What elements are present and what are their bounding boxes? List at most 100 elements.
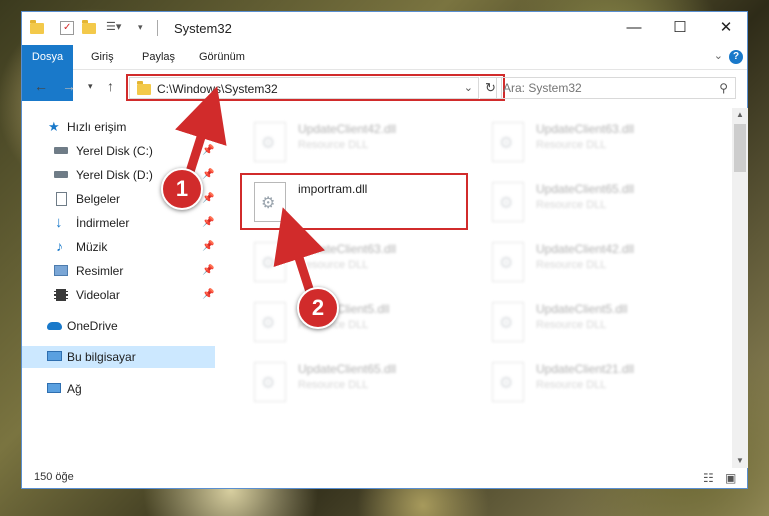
music-icon: ♪: [56, 238, 63, 254]
sidebar-item-pictures[interactable]: Resimler 📌: [22, 260, 215, 282]
tab-view[interactable]: Görünüm: [199, 45, 245, 69]
back-arrow-icon[interactable]: ←: [34, 78, 48, 94]
callout-badge-2: 2: [297, 287, 339, 329]
sidebar-item-label: Resimler: [76, 264, 124, 278]
sidebar-item-downloads[interactable]: ↓ İndirmeler 📌: [22, 212, 215, 234]
details-view-icon[interactable]: ☷: [703, 471, 714, 485]
scrollbar-thumb[interactable]: [734, 124, 746, 172]
pin-icon[interactable]: 📌: [202, 164, 214, 186]
list-item[interactable]: UpdateClient5.dll Resource DLL: [246, 296, 476, 352]
title-bar: ✓ ☰▾ ▾ System32 — ☐ ✕: [22, 12, 747, 44]
sidebar-item-label: Videolar: [76, 288, 120, 302]
properties-icon[interactable]: ✓: [60, 21, 74, 35]
sidebar-item-label: Müzik: [76, 240, 108, 254]
minimize-button[interactable]: —: [611, 12, 657, 44]
network-icon: [47, 383, 61, 393]
file-type: Resource DLL: [536, 259, 607, 271]
list-item[interactable]: UpdateClient65.dll Resource DLL: [246, 356, 476, 412]
sidebar-item-label: Belgeler: [76, 192, 121, 206]
file-name: UpdateClient42.dll: [298, 122, 397, 136]
file-name: UpdateClient63.dll: [536, 122, 635, 136]
list-item[interactable]: UpdateClient42.dll Resource DLL: [246, 116, 476, 172]
file-name: UpdateClient42.dll: [536, 242, 635, 256]
file-type: Resource DLL: [536, 199, 607, 211]
list-item[interactable]: UpdateClient42.dll Resource DLL: [484, 236, 714, 292]
scroll-up-icon[interactable]: ▲: [732, 108, 748, 122]
sidebar-item-label: OneDrive: [67, 319, 118, 333]
file-name: UpdateClient21.dll: [536, 362, 635, 376]
dll-file-icon: [254, 242, 286, 282]
customize-toolbar-icon[interactable]: ☰▾: [106, 20, 121, 36]
file-type: Resource DLL: [536, 139, 607, 151]
dll-file-icon: [492, 122, 524, 162]
file-name: UpdateClient65.dll: [536, 182, 635, 196]
file-name: UpdateClient5.dll: [536, 302, 628, 316]
video-icon: [54, 289, 68, 301]
file-name: UpdateClient63.dll: [298, 242, 397, 256]
large-icons-view-icon[interactable]: ▣: [725, 471, 736, 485]
dll-file-icon: [254, 302, 286, 342]
vertical-scrollbar[interactable]: ▲ ▼: [732, 108, 748, 468]
dll-file-icon: [492, 242, 524, 282]
tab-share[interactable]: Paylaş: [142, 45, 175, 69]
list-item[interactable]: UpdateClient65.dll Resource DLL: [484, 176, 714, 232]
sidebar-item-label: Hızlı erişim: [67, 120, 127, 134]
search-input[interactable]: [503, 81, 703, 95]
explorer-window: ✓ ☰▾ ▾ System32 — ☐ ✕ Dosya Giriş Paylaş…: [21, 11, 748, 489]
file-type: Resource DLL: [298, 379, 369, 391]
up-arrow-icon[interactable]: ↑: [107, 78, 114, 94]
qa-dropdown-icon[interactable]: ▾: [138, 22, 143, 38]
pin-icon[interactable]: 📌: [202, 236, 214, 258]
drive-icon: [54, 147, 68, 154]
list-item[interactable]: UpdateClient5.dll Resource DLL: [484, 296, 714, 352]
pin-icon[interactable]: 📌: [202, 284, 214, 306]
help-icon[interactable]: ?: [729, 50, 743, 64]
pin-icon[interactable]: 📌: [202, 260, 214, 282]
file-name: UpdateClient65.dll: [298, 362, 397, 376]
maximize-button[interactable]: ☐: [657, 12, 703, 44]
sidebar-item-label: Yerel Disk (D:): [76, 168, 153, 182]
sidebar-item-label: Bu bilgisayar: [67, 350, 136, 364]
ribbon-tabs: Dosya Giriş Paylaş Görünüm ⌄ ?: [22, 45, 747, 101]
sidebar-item-videos[interactable]: Videolar 📌: [22, 284, 215, 306]
star-icon: ★: [48, 119, 60, 134]
dll-file-icon: [492, 362, 524, 402]
search-box[interactable]: ⚲: [496, 77, 736, 99]
sidebar-item-network[interactable]: Ağ: [22, 378, 215, 400]
window-title: System32: [174, 21, 232, 36]
dll-file-icon: [254, 122, 286, 162]
navigation-pane: ★ Hızlı erişim Yerel Disk (C:) 📌 Yerel D…: [22, 108, 215, 468]
sidebar-item-onedrive[interactable]: OneDrive: [22, 315, 215, 337]
item-count: 150 öğe: [34, 471, 74, 483]
drive-icon: [54, 171, 68, 178]
download-icon: ↓: [55, 214, 63, 231]
forward-arrow-icon[interactable]: →: [62, 78, 76, 94]
pin-icon[interactable]: 📌: [202, 140, 214, 162]
close-button[interactable]: ✕: [703, 12, 749, 44]
list-item[interactable]: UpdateClient21.dll Resource DLL: [484, 356, 714, 412]
list-item[interactable]: UpdateClient63.dll Resource DLL: [484, 116, 714, 172]
file-type: Resource DLL: [298, 259, 369, 271]
cloud-icon: [47, 322, 62, 330]
file-type: Resource DLL: [536, 379, 607, 391]
sidebar-item-quick-access[interactable]: ★ Hızlı erişim: [22, 116, 215, 138]
pictures-icon: [54, 265, 68, 276]
tab-home[interactable]: Giriş: [91, 45, 114, 69]
ribbon-expand-icon[interactable]: ⌄: [714, 49, 723, 62]
search-icon[interactable]: ⚲: [719, 81, 728, 95]
file-highlight-box: [240, 173, 468, 230]
sidebar-item-label: İndirmeler: [76, 216, 130, 230]
address-highlight-box: [126, 74, 505, 101]
file-list: UpdateClient42.dll Resource DLL UpdateCl…: [236, 108, 734, 464]
pin-icon[interactable]: 📌: [202, 212, 214, 234]
list-item[interactable]: UpdateClient63.dll Resource DLL: [246, 236, 476, 292]
dll-file-icon: [492, 182, 524, 222]
sidebar-item-label: Ağ: [67, 382, 82, 396]
navigation-bar: ← → ▾ ↑ C:\Windows\System32 ⌄ ↻ ⚲: [22, 72, 747, 104]
scroll-down-icon[interactable]: ▼: [732, 454, 748, 468]
sidebar-item-this-pc[interactable]: Bu bilgisayar: [22, 346, 215, 368]
sidebar-item-disk-c[interactable]: Yerel Disk (C:) 📌: [22, 140, 215, 162]
sidebar-item-music[interactable]: ♪ Müzik 📌: [22, 236, 215, 258]
pin-icon[interactable]: 📌: [202, 188, 214, 210]
recent-dropdown-icon[interactable]: ▾: [88, 81, 93, 92]
